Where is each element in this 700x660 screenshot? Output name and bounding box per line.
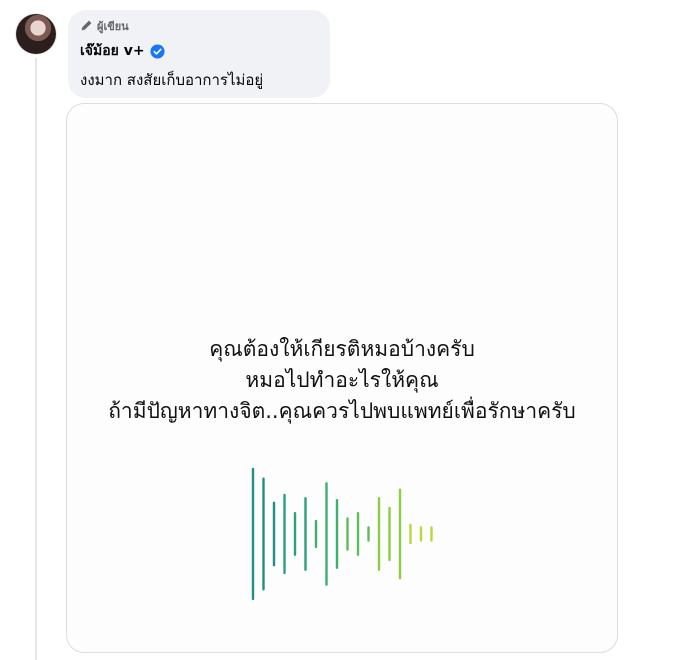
audio-waveform xyxy=(251,467,433,601)
caption-line: คุณต้องให้เกียรติหมอบ้างครับ xyxy=(209,337,475,361)
author-name[interactable]: เจ๊ม้อย v+ xyxy=(80,40,145,62)
caption-line: ถ้ามีปัญหาทางจิต..คุณควรไปพบแพทย์เพื่อรั… xyxy=(108,399,576,423)
avatar[interactable] xyxy=(16,14,56,54)
verified-icon xyxy=(150,43,165,59)
media-attachment[interactable]: คุณต้องให้เกียรติหมอบ้างครับ หมอไปทำอะไร… xyxy=(66,103,618,653)
author-badge-label: ผู้เขียน xyxy=(97,20,129,33)
caption-line: หมอไปทำอะไรให้คุณ xyxy=(245,368,439,392)
author-badge: ผู้เขียน xyxy=(80,18,318,34)
media-caption: คุณต้องให้เกียรติหมอบ้างครับ หมอไปทำอะไร… xyxy=(67,334,617,427)
comment-bubble: ผู้เขียน เจ๊ม้อย v+ งงมาก สงสัยเก็บอาการ… xyxy=(68,10,330,98)
pencil-icon xyxy=(80,17,93,36)
thread-line xyxy=(35,58,37,660)
comment-text: งงมาก สงสัยเก็บอาการไม่อยู่ xyxy=(80,71,264,89)
